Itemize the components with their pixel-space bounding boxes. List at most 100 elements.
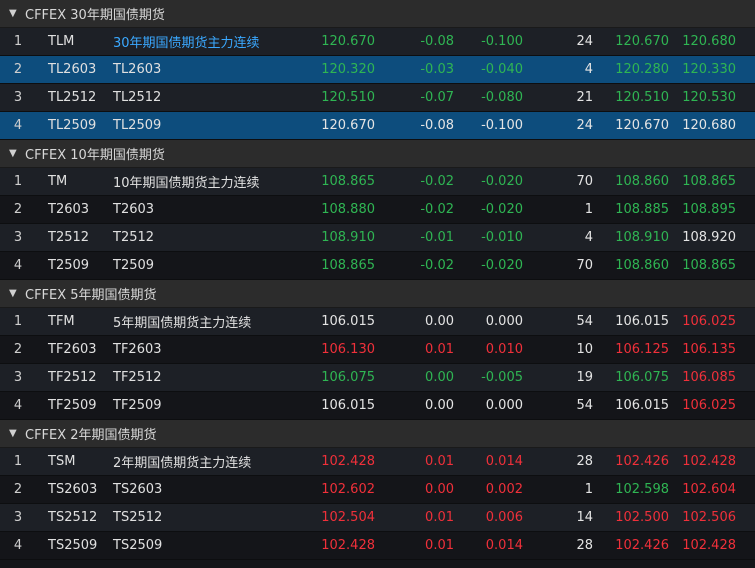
table-row[interactable]: 2 TS2603 TS2603 102.602 0.00 0.002 1 102.598 102… bbox=[0, 476, 755, 504]
group-title: CFFEX 5年期国债期货 bbox=[25, 288, 157, 303]
ask-price-cell: 106.025 bbox=[682, 314, 736, 329]
last-price-cell: 108.865 bbox=[321, 174, 375, 189]
ask-price-cell: 108.920 bbox=[682, 230, 736, 245]
contract-code-cell: TL2603 bbox=[48, 62, 97, 77]
contract-code-cell: T2512 bbox=[48, 230, 90, 245]
collapse-triangle-icon[interactable]: ▼ bbox=[9, 428, 19, 439]
change-cell: 0.01 bbox=[425, 454, 454, 469]
volume-cell: 24 bbox=[576, 118, 593, 133]
last-price-cell: 120.320 bbox=[321, 62, 375, 77]
change-pct-cell: -0.040 bbox=[481, 62, 523, 77]
ask-price-cell: 102.428 bbox=[682, 538, 736, 553]
change-pct-cell: 0.014 bbox=[485, 538, 523, 553]
change-pct-cell: -0.100 bbox=[481, 34, 523, 49]
contract-name-cell: TF2603 bbox=[113, 342, 162, 357]
bid-price-cell: 108.910 bbox=[615, 230, 669, 245]
ask-price-cell: 102.428 bbox=[682, 454, 736, 469]
bid-price-cell: 102.426 bbox=[615, 454, 669, 469]
volume-cell: 24 bbox=[576, 34, 593, 49]
volume-cell: 19 bbox=[576, 370, 593, 385]
contract-code-cell: TM bbox=[48, 174, 68, 189]
table-row[interactable]: 2 TF2603 TF2603 106.130 0.01 0.010 10 106.125 10… bbox=[0, 336, 755, 364]
ask-price-cell: 102.604 bbox=[682, 482, 736, 497]
row-index-cell: 1 bbox=[13, 34, 23, 49]
row-index-cell: 2 bbox=[13, 62, 23, 77]
ask-price-cell: 108.865 bbox=[682, 174, 736, 189]
contract-name-cell: 2年期国债期货主力连续 bbox=[113, 456, 252, 471]
bid-price-cell: 108.860 bbox=[615, 258, 669, 273]
table-row[interactable]: 3 TF2512 TF2512 106.075 0.00 -0.005 19 106.075 1… bbox=[0, 364, 755, 392]
group-title: CFFEX 2年期国债期货 bbox=[25, 428, 157, 443]
group-title: CFFEX 30年期国债期货 bbox=[25, 8, 165, 23]
volume-cell: 70 bbox=[576, 174, 593, 189]
group-header[interactable]: ▼ CFFEX 5年期国债期货 bbox=[0, 280, 755, 308]
last-price-cell: 106.130 bbox=[321, 342, 375, 357]
group-header[interactable]: ▼ CFFEX 2年期国债期货 bbox=[0, 420, 755, 448]
contract-name-cell: TL2603 bbox=[113, 62, 162, 77]
last-price-cell: 102.602 bbox=[321, 482, 375, 497]
table-row[interactable]: 3 T2512 T2512 108.910 -0.01 -0.010 4 108.910 108… bbox=[0, 224, 755, 252]
table-row[interactable]: 1 TFM 5年期国债期货主力连续 106.015 0.00 0.000 54 106.015… bbox=[0, 308, 755, 336]
contract-code-cell: TFM bbox=[48, 314, 75, 329]
contract-code-cell: TL2509 bbox=[48, 118, 97, 133]
change-pct-cell: 0.010 bbox=[485, 342, 523, 357]
last-price-cell: 108.910 bbox=[321, 230, 375, 245]
last-price-cell: 106.015 bbox=[321, 398, 375, 413]
last-price-cell: 108.880 bbox=[321, 202, 375, 217]
contract-name-cell: TS2603 bbox=[113, 482, 163, 497]
bid-price-cell: 106.015 bbox=[615, 398, 669, 413]
bid-price-cell: 106.075 bbox=[615, 370, 669, 385]
collapse-triangle-icon[interactable]: ▼ bbox=[9, 148, 19, 159]
group-header[interactable]: ▼ CFFEX 10年期国债期货 bbox=[0, 140, 755, 168]
contract-name-cell: 5年期国债期货主力连续 bbox=[113, 316, 252, 331]
table-row[interactable]: 1 TM 10年期国债期货主力连续 108.865 -0.02 -0.020 70 108.8… bbox=[0, 168, 755, 196]
row-index-cell: 2 bbox=[13, 482, 23, 497]
table-row[interactable]: 2 T2603 T2603 108.880 -0.02 -0.020 1 108.885 108… bbox=[0, 196, 755, 224]
change-pct-cell: -0.005 bbox=[481, 370, 523, 385]
change-cell: -0.08 bbox=[420, 118, 454, 133]
table-row[interactable]: 3 TL2512 TL2512 120.510 -0.07 -0.080 21 120.510… bbox=[0, 84, 755, 112]
contract-code-cell: TS2512 bbox=[48, 510, 98, 525]
bid-price-cell: 120.510 bbox=[615, 90, 669, 105]
table-row[interactable]: 4 TS2509 TS2509 102.428 0.01 0.014 28 102.426 10… bbox=[0, 532, 755, 560]
table-row[interactable]: 4 T2509 T2509 108.865 -0.02 -0.020 70 108.860 10… bbox=[0, 252, 755, 280]
table-row[interactable]: 1 TLM 30年期国债期货主力连续 120.670 -0.08 -0.100 24 120.… bbox=[0, 28, 755, 56]
volume-cell: 4 bbox=[584, 230, 593, 245]
ask-price-cell: 108.895 bbox=[682, 202, 736, 217]
change-pct-cell: -0.020 bbox=[481, 258, 523, 273]
table-row[interactable]: 4 TL2509 TL2509 120.670 -0.08 -0.100 24 120.670… bbox=[0, 112, 755, 140]
bid-price-cell: 120.670 bbox=[615, 34, 669, 49]
change-cell: -0.07 bbox=[420, 90, 454, 105]
last-price-cell: 102.428 bbox=[321, 454, 375, 469]
last-price-cell: 102.428 bbox=[321, 538, 375, 553]
collapse-triangle-icon[interactable]: ▼ bbox=[9, 288, 19, 299]
collapse-triangle-icon[interactable]: ▼ bbox=[9, 8, 19, 19]
table-row[interactable]: 3 TS2512 TS2512 102.504 0.01 0.006 14 102.500 10… bbox=[0, 504, 755, 532]
row-index-cell: 2 bbox=[13, 202, 23, 217]
row-index-cell: 1 bbox=[13, 454, 23, 469]
volume-cell: 4 bbox=[584, 62, 593, 77]
change-cell: -0.02 bbox=[420, 174, 454, 189]
bid-price-cell: 102.426 bbox=[615, 538, 669, 553]
contract-name-cell: TS2512 bbox=[113, 510, 163, 525]
contract-name-cell: TF2512 bbox=[113, 370, 162, 385]
change-cell: 0.00 bbox=[425, 482, 454, 497]
bid-price-cell: 120.280 bbox=[615, 62, 669, 77]
group-header[interactable]: ▼ CFFEX 30年期国债期货 bbox=[0, 0, 755, 28]
change-pct-cell: -0.080 bbox=[481, 90, 523, 105]
table-row[interactable]: 4 TF2509 TF2509 106.015 0.00 0.000 54 106.015 10… bbox=[0, 392, 755, 420]
last-price-cell: 102.504 bbox=[321, 510, 375, 525]
contract-name-cell: 30年期国债期货主力连续 bbox=[113, 36, 260, 51]
change-pct-cell: 0.002 bbox=[485, 482, 523, 497]
table-row[interactable]: 1 TSM 2年期国债期货主力连续 102.428 0.01 0.014 28 102.426… bbox=[0, 448, 755, 476]
last-price-cell: 120.670 bbox=[321, 118, 375, 133]
bid-price-cell: 106.125 bbox=[615, 342, 669, 357]
volume-cell: 10 bbox=[576, 342, 593, 357]
contract-name-cell: T2509 bbox=[113, 258, 155, 273]
change-cell: 0.01 bbox=[425, 342, 454, 357]
contract-name-cell: TF2509 bbox=[113, 398, 162, 413]
ask-price-cell: 106.135 bbox=[682, 342, 736, 357]
change-cell: -0.03 bbox=[420, 62, 454, 77]
contract-code-cell: TLM bbox=[48, 34, 75, 49]
table-row[interactable]: 2 TL2603 TL2603 120.320 -0.03 -0.040 4 120.280 1… bbox=[0, 56, 755, 84]
